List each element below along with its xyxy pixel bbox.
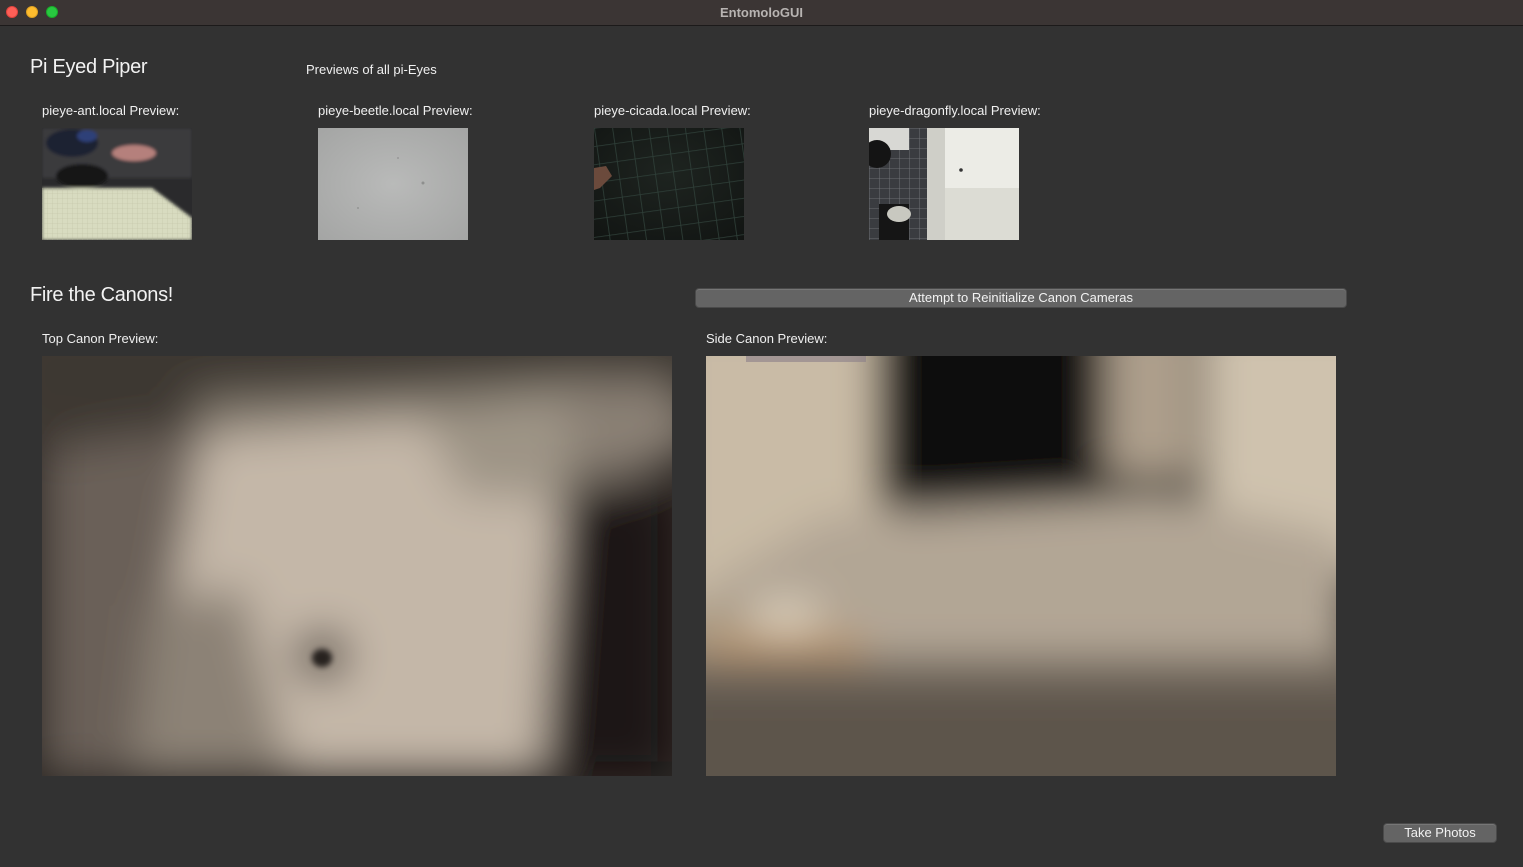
window-title: EntomoloGUI — [719, 5, 804, 20]
top-canon-preview-image — [42, 356, 672, 776]
cicada-preview-label: pieye-cicada.local Preview: — [594, 103, 751, 118]
dragonfly-preview-image — [869, 128, 1019, 240]
canon-section-title: Fire the Canons! — [30, 284, 174, 306]
beetle-preview-image — [318, 128, 468, 240]
take-photos-button[interactable]: Take Photos — [1383, 823, 1497, 843]
top-canon-label: Top Canon Preview: — [42, 331, 159, 346]
reinitialize-cameras-button[interactable]: Attempt to Reinitialize Canon Cameras — [695, 288, 1347, 308]
pi-section-subtitle: Previews of all pi-Eyes — [306, 62, 437, 77]
pi-section-title: Pi Eyed Piper — [30, 56, 148, 78]
title-bar: EntomoloGUI — [0, 0, 1523, 26]
cicada-preview-image — [594, 128, 744, 240]
side-canon-preview-image — [706, 356, 1336, 776]
dragonfly-preview-label: pieye-dragonfly.local Preview: — [869, 103, 1041, 118]
side-canon-label: Side Canon Preview: — [706, 331, 828, 346]
ant-preview-image — [42, 128, 192, 240]
ant-preview-label: pieye-ant.local Preview: — [42, 103, 180, 118]
beetle-preview-label: pieye-beetle.local Preview: — [318, 103, 473, 118]
